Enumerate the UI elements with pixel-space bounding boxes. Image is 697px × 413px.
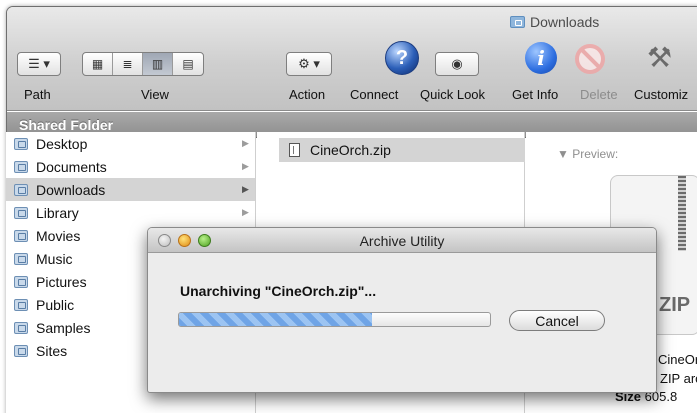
info-icon[interactable]: i	[525, 42, 557, 74]
icon-view-icon[interactable]: ▦	[83, 53, 113, 75]
preview-kind: ZIP arc	[660, 371, 697, 386]
list-item-desktop[interactable]: Desktop ▶	[6, 132, 255, 155]
view-segmented-control[interactable]: ▦ ≣ ▥ ▤	[82, 52, 204, 76]
folder-icon	[14, 344, 28, 357]
folder-icon	[14, 206, 28, 219]
list-item-label: Samples	[36, 319, 91, 336]
window-title: Downloads	[510, 14, 599, 30]
window-title-text: Downloads	[530, 14, 600, 30]
disclosure-arrow-icon: ▶	[242, 207, 249, 217]
connect-globe-icon[interactable]: ?	[385, 41, 419, 75]
folder-icon	[14, 298, 28, 311]
folder-icon	[14, 183, 28, 196]
view-label: View	[141, 87, 169, 102]
folder-icon	[14, 275, 28, 288]
progress-bar	[178, 312, 491, 327]
action-button[interactable]: ⚙ ▾	[286, 52, 332, 76]
preview-label[interactable]: ▼ Preview:	[557, 147, 618, 161]
toolbar: Downloads ☰ ▾ Path ▦ ≣ ▥ ▤ View ⚙ ▾ Acti…	[7, 7, 697, 111]
dialog-title: Archive Utility	[359, 233, 445, 249]
get-info-label: Get Info	[512, 87, 559, 102]
path-label: Path	[24, 87, 51, 102]
zip-icon-label: ZIP	[659, 294, 691, 316]
disclosure-arrow-icon: ▶	[242, 138, 249, 148]
list-view-icon[interactable]: ≣	[113, 53, 143, 75]
delete-icon[interactable]	[575, 44, 605, 74]
path-icon: ☰ ▾	[28, 56, 50, 71]
column-view-icon[interactable]: ▥	[143, 53, 173, 75]
list-item-label: Downloads	[36, 181, 106, 198]
folder-icon	[14, 160, 28, 173]
dialog-titlebar: Archive Utility	[148, 228, 656, 253]
list-item-label: Music	[36, 250, 73, 267]
zipper-icon	[678, 176, 686, 251]
action-label: Action	[289, 87, 326, 102]
connect-label: Connect	[350, 87, 399, 102]
list-item-label: Movies	[36, 227, 81, 244]
quick-look-label: Quick Look	[420, 87, 486, 102]
list-item-library[interactable]: Library ▶	[6, 201, 255, 224]
coverflow-view-icon[interactable]: ▤	[173, 53, 203, 75]
folder-icon	[14, 321, 28, 334]
customize-label: Customiz	[634, 87, 689, 102]
list-item-label: Sites	[36, 342, 68, 359]
folder-icon	[14, 137, 28, 150]
list-item-label: Library	[36, 204, 79, 221]
disclosure-arrow-icon: ▶	[242, 184, 249, 194]
list-item-documents[interactable]: Documents ▶	[6, 155, 255, 178]
list-item-downloads[interactable]: Downloads ▶	[6, 178, 255, 201]
zip-file-icon	[289, 143, 300, 157]
list-item-label: Documents	[36, 158, 107, 175]
folder-icon	[14, 229, 28, 242]
preview-name: CineOr	[658, 352, 697, 367]
file-name: CineOrch.zip	[310, 142, 391, 158]
progress-fill	[179, 313, 372, 326]
customize-tools-icon[interactable]: ⚒	[647, 41, 672, 74]
gear-icon: ⚙ ▾	[298, 56, 320, 71]
file-item-cineorch[interactable]: CineOrch.zip	[279, 138, 525, 162]
disclosure-arrow-icon: ▶	[242, 161, 249, 171]
folder-icon	[510, 16, 525, 28]
cancel-button[interactable]: Cancel	[509, 310, 605, 331]
list-item-label: Public	[36, 296, 75, 313]
archive-utility-dialog: Archive Utility Unarchiving "CineOrch.zi…	[147, 227, 657, 393]
list-item-label: Pictures	[36, 273, 87, 290]
unarchiving-message: Unarchiving "CineOrch.zip"...	[180, 283, 377, 299]
delete-label: Delete	[580, 87, 618, 102]
eye-icon: ◉	[451, 56, 463, 71]
folder-icon	[14, 252, 28, 265]
list-item-label: Desktop	[36, 135, 88, 152]
path-button[interactable]: ☰ ▾	[17, 52, 61, 76]
quick-look-button[interactable]: ◉	[435, 52, 479, 76]
